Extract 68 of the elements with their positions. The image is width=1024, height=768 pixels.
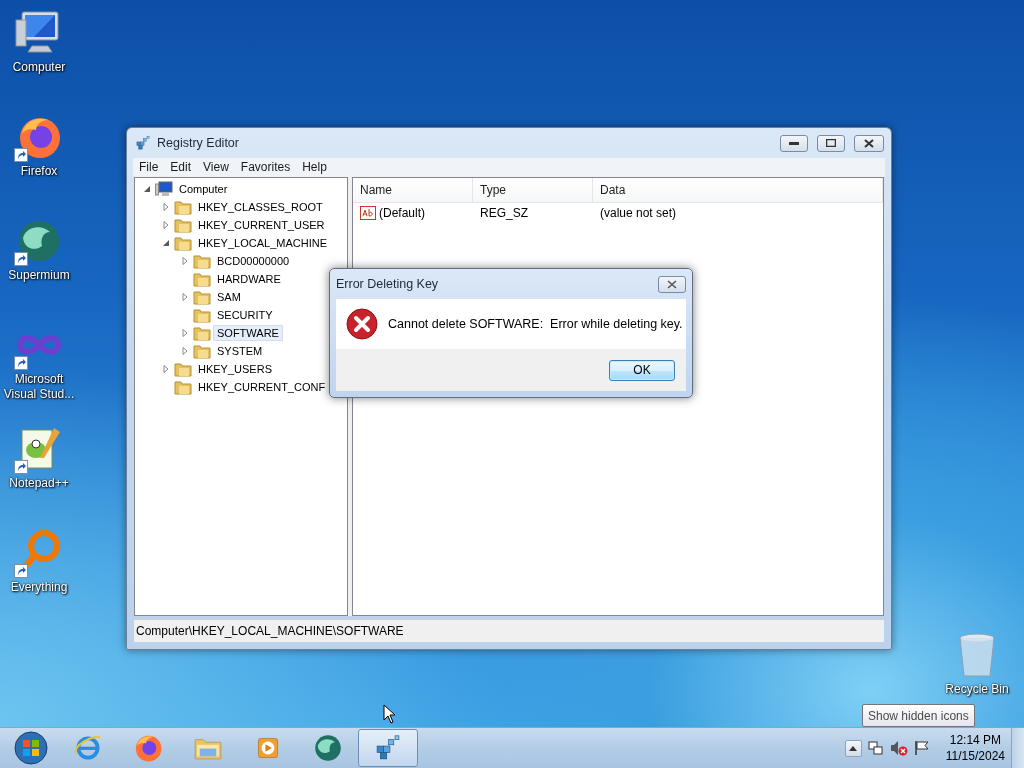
folder-icon: [174, 199, 192, 215]
error-message: Cannot delete SOFTWARE: Error while deleting key.: [388, 317, 683, 331]
folder-icon: [174, 217, 192, 233]
folder-icon: [174, 379, 192, 395]
tree-item[interactable]: HKEY_CURRENT_USER: [194, 217, 329, 233]
menu-item[interactable]: Edit: [164, 160, 198, 174]
folder-icon: [193, 253, 211, 269]
tree-item[interactable]: HKEY_LOCAL_MACHINE: [194, 235, 331, 251]
close-icon: [667, 279, 677, 289]
value-type: REG_SZ: [480, 206, 528, 220]
desktop-shortcut[interactable]: Firefox: [0, 112, 78, 179]
desktop-shortcut[interactable]: Computer: [0, 8, 78, 75]
maximize-icon: [826, 139, 836, 147]
mouse-cursor-icon: [383, 704, 396, 724]
error-icon: [346, 308, 378, 340]
value-data: (value not set): [600, 206, 677, 220]
recycle-bin-icon: [957, 632, 997, 680]
minimize-button[interactable]: [780, 134, 808, 152]
folder-icon: [174, 235, 192, 251]
tree-item[interactable]: SOFTWARE: [213, 325, 283, 341]
tree-item[interactable]: SECURITY: [213, 307, 277, 323]
clock-time: 12:14 PM: [949, 732, 1002, 748]
clock[interactable]: 12:14 PM 11/15/2024: [935, 732, 1011, 764]
minimize-icon: [789, 141, 799, 145]
string-value-icon: [360, 206, 376, 220]
desktop-shortcut[interactable]: Supermium: [0, 216, 78, 283]
clock-date: 11/15/2024: [945, 748, 1005, 764]
folder-icon: [193, 289, 211, 305]
supermium-icon: [312, 732, 344, 764]
tree-item[interactable]: HKEY_CURRENT_CONF: [194, 379, 330, 395]
registry-cubes-icon: [134, 134, 152, 152]
tree-item[interactable]: HKEY_USERS: [194, 361, 276, 377]
window-title: Registry Editor: [157, 136, 240, 150]
tooltip: Show hidden icons: [862, 704, 975, 727]
close-button[interactable]: [658, 275, 686, 293]
flag-icon[interactable]: [913, 740, 930, 756]
menu-item[interactable]: View: [197, 160, 235, 174]
column-header[interactable]: Data: [593, 178, 883, 202]
menu-item[interactable]: File: [133, 160, 165, 174]
folder-icon: [193, 271, 211, 287]
tree-item[interactable]: Computer: [175, 181, 232, 197]
folder-icon: [193, 343, 211, 359]
computer-icon: [155, 181, 173, 197]
dialog-title: Error Deleting Key: [336, 277, 439, 291]
menu-item[interactable]: Favorites: [234, 160, 297, 174]
ok-button[interactable]: OK: [609, 359, 675, 381]
taskbar-button[interactable]: [358, 729, 418, 767]
maximize-button[interactable]: [817, 134, 845, 152]
folder-icon: [193, 325, 211, 341]
show-hidden-icons-button[interactable]: [844, 739, 862, 757]
caret-up-icon: [849, 745, 858, 751]
value-name: (Default): [379, 206, 425, 220]
close-icon: [864, 138, 874, 148]
tree-item[interactable]: HKEY_CLASSES_ROOT: [194, 199, 327, 215]
folder-icon: [174, 361, 192, 377]
close-button[interactable]: [854, 134, 884, 152]
status-bar: Computer\HKEY_LOCAL_MACHINE\SOFTWARE: [134, 619, 884, 642]
tree-item[interactable]: HARDWARE: [213, 271, 285, 287]
tree-item[interactable]: SAM: [213, 289, 245, 305]
muted-speaker-icon[interactable]: [889, 740, 908, 756]
folder-icon: [193, 307, 211, 323]
tree-item[interactable]: BCD00000000: [213, 253, 294, 269]
desktop-shortcut[interactable]: Microsoft Visual Stud...: [0, 320, 78, 402]
network-icon[interactable]: [867, 740, 884, 756]
tree-item[interactable]: SYSTEM: [213, 343, 267, 359]
column-header[interactable]: Name: [353, 178, 473, 202]
column-header[interactable]: Type: [473, 178, 593, 202]
menu-item[interactable]: Help: [296, 160, 333, 174]
